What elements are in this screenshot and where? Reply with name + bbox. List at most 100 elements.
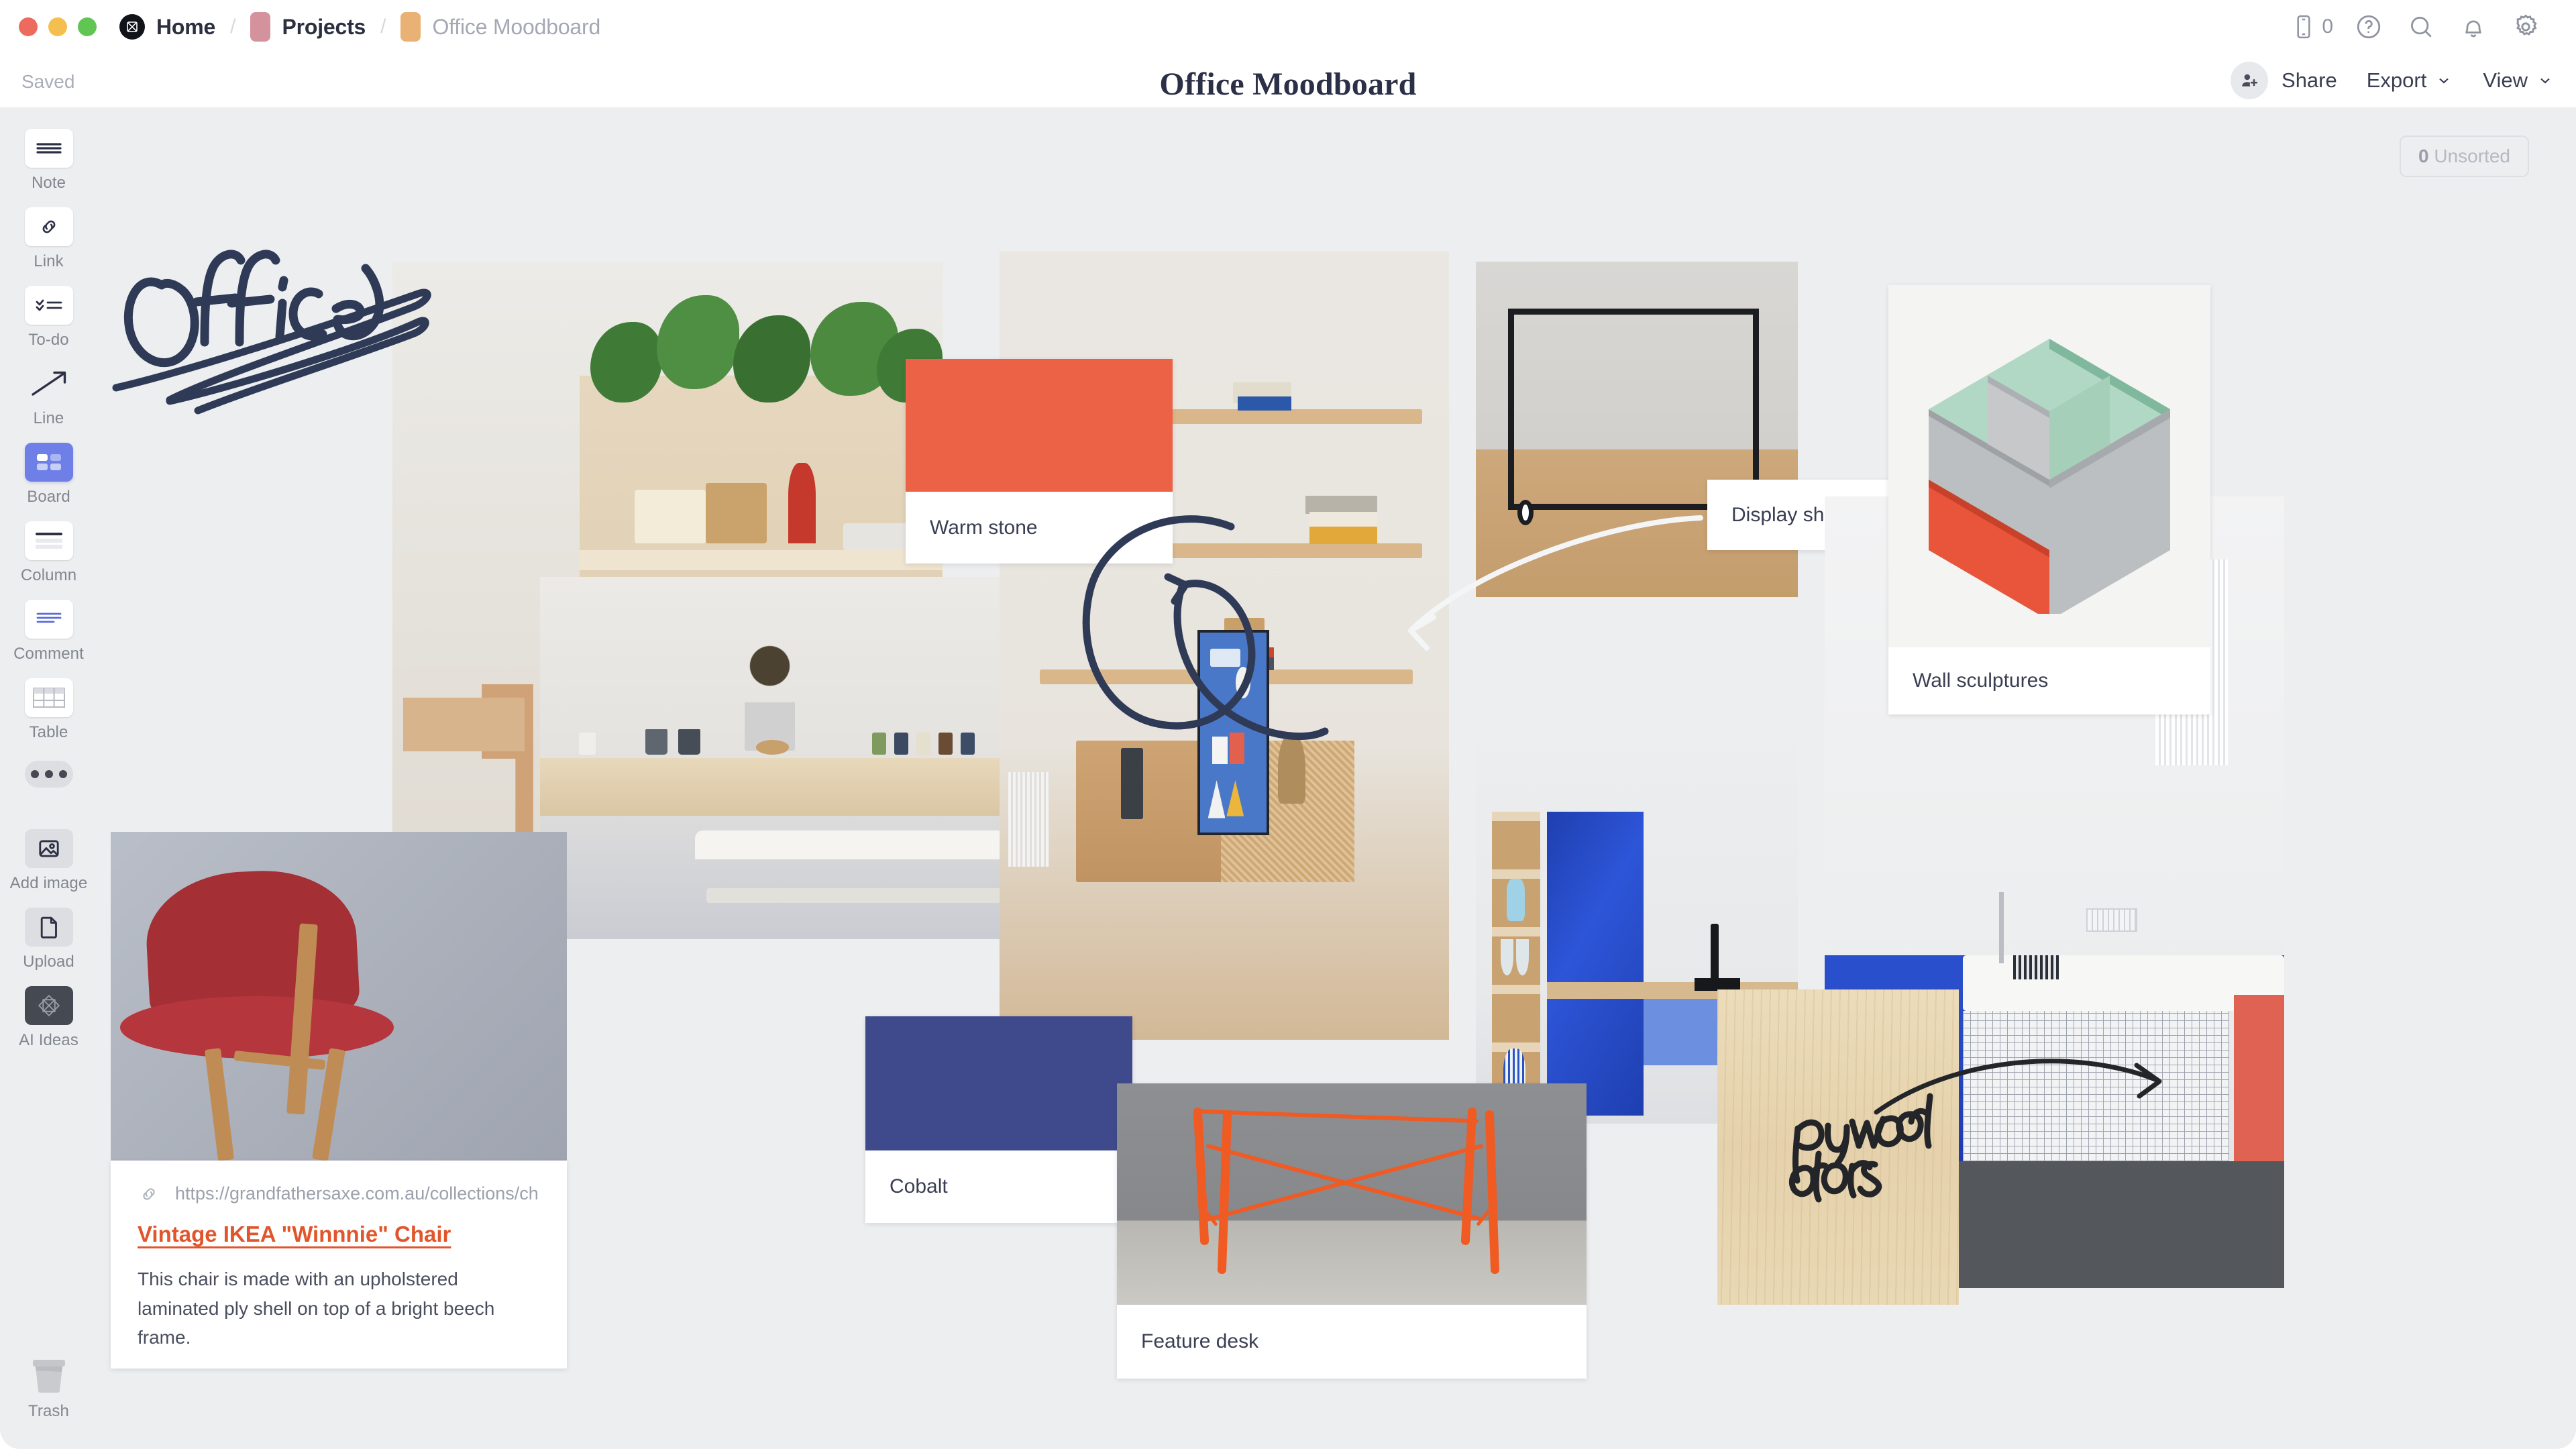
export-label: Export (2366, 68, 2427, 92)
sketch-office-underline (112, 288, 431, 415)
breadcrumb-home-label: Home (156, 14, 216, 39)
chevron-down-icon (2540, 78, 2550, 84)
zoom-button[interactable] (78, 17, 97, 36)
link-icon (24, 207, 73, 246)
line-icon (25, 364, 73, 403)
feature-desk-caption: Feature desk (1141, 1330, 1259, 1352)
sidebar-more-button[interactable] (24, 761, 73, 788)
add-person-icon (2231, 62, 2269, 99)
card-feature-desk[interactable]: Feature desk (1117, 1083, 1587, 1379)
card-warm-stone[interactable]: Warm stone (906, 359, 1173, 564)
sidebar-item-comment[interactable]: Comment (0, 600, 97, 663)
tool-sidebar: Note Link To-do Line Board Column Commen… (0, 107, 97, 1449)
cobalt-swatch (865, 1016, 1132, 1150)
sidebar-label-table: Table (29, 723, 68, 741)
app-window: Home / Projects / Office Moodboard 0 Sav… (0, 0, 2576, 1449)
wall-sculptures-caption: Wall sculptures (1913, 669, 2049, 692)
trash-icon (32, 1360, 65, 1393)
sidebar-label-board: Board (27, 488, 70, 506)
moodboard-canvas[interactable]: 0 Unsorted https://grandfathersaxe.com.a… (97, 107, 2576, 1449)
more-dot (30, 770, 39, 778)
breadcrumb-separator-2: / (380, 15, 386, 38)
sidebar-item-column[interactable]: Column (0, 521, 97, 585)
card-wall-sculptures[interactable]: Wall sculptures (1888, 285, 2210, 714)
view-label: View (2483, 68, 2528, 92)
minimize-button[interactable] (48, 17, 67, 36)
device-count: 0 (2322, 15, 2333, 38)
unsorted-badge[interactable]: 0 Unsorted (2400, 136, 2529, 177)
unsorted-label: Unsorted (2434, 146, 2510, 166)
photo-red-chair[interactable] (111, 832, 567, 1161)
top-bar-actions: 0 (2277, 0, 2552, 54)
link-card-url: https://grandfathersaxe.com.au/collectio… (175, 1183, 539, 1203)
help-icon[interactable] (2343, 1, 2395, 53)
view-menu[interactable]: View (2483, 68, 2553, 93)
sidebar-item-table[interactable]: Table (0, 678, 97, 742)
board-icon (24, 443, 73, 482)
sidebar-label-link: Link (34, 252, 64, 270)
note-icon (24, 129, 73, 168)
sub-bar: Saved Office Moodboard Share Export View (0, 54, 2576, 107)
unsorted-count: 0 (2418, 146, 2429, 166)
sidebar-item-board[interactable]: Board (0, 443, 97, 506)
link-card-url-row: https://grandfathersaxe.com.au/collectio… (138, 1183, 540, 1204)
warm-stone-swatch (906, 359, 1173, 492)
link-icon (143, 1187, 155, 1200)
window-controls[interactable] (19, 17, 97, 36)
settings-icon[interactable] (2500, 1, 2552, 53)
ai-icon (24, 986, 73, 1025)
file-icon (24, 908, 73, 947)
sidebar-item-ai-ideas[interactable]: AI Ideas (0, 986, 97, 1050)
photo-plywood-sheet[interactable] (1717, 989, 1959, 1305)
breadcrumb-item-current[interactable]: Office Moodboard (400, 12, 600, 42)
breadcrumb: Home / Projects / Office Moodboard (119, 12, 600, 42)
sidebar-item-upload[interactable]: Upload (0, 908, 97, 971)
top-bar: Home / Projects / Office Moodboard 0 (0, 0, 2576, 54)
more-dot (44, 770, 53, 778)
wall-sculptures-image (1888, 285, 2210, 647)
sidebar-item-line[interactable]: Line (0, 364, 97, 428)
sidebar-label-trash: Trash (28, 1402, 69, 1420)
breadcrumb-current-label: Office Moodboard (432, 14, 601, 39)
sidebar-label-column: Column (20, 566, 77, 584)
sidebar-item-trash[interactable]: Trash (0, 1357, 97, 1421)
column-icon (24, 521, 73, 560)
sidebar-item-link[interactable]: Link (0, 207, 97, 271)
home-icon (119, 14, 145, 40)
link-card-description: This chair is made with an upholstered l… (138, 1269, 495, 1348)
board-color-chip (400, 12, 421, 42)
chevron-down-icon (2439, 78, 2449, 84)
sidebar-label-todo: To-do (28, 331, 69, 349)
share-button[interactable]: Share (2231, 62, 2337, 99)
comment-icon (24, 600, 73, 639)
link-card-title[interactable]: Vintage IKEA "Winnnie" Chair (138, 1222, 540, 1247)
image-icon (24, 829, 73, 868)
breadcrumb-item-projects[interactable]: Projects (250, 12, 366, 42)
todo-icon (24, 286, 73, 325)
board-actions: Share Export View (2231, 54, 2553, 107)
cobalt-caption: Cobalt (890, 1175, 948, 1197)
page-title: Office Moodboard (1159, 66, 1417, 102)
link-card[interactable]: https://grandfathersaxe.com.au/collectio… (111, 1161, 567, 1368)
more-dot (58, 770, 67, 778)
export-menu[interactable]: Export (2367, 68, 2453, 93)
sidebar-label-upload: Upload (23, 953, 74, 971)
projects-color-chip (250, 12, 271, 42)
sidebar-item-add-image[interactable]: Add image (0, 829, 97, 893)
close-button[interactable] (19, 17, 38, 36)
breadcrumb-separator-1: / (230, 15, 236, 38)
breadcrumb-item-home[interactable]: Home (119, 14, 215, 40)
sidebar-item-todo[interactable]: To-do (0, 286, 97, 350)
notifications-icon[interactable] (2447, 1, 2500, 53)
table-icon (24, 678, 73, 717)
card-cobalt[interactable]: Cobalt (865, 1016, 1132, 1223)
sidebar-label-comment: Comment (13, 645, 84, 663)
sidebar-label-add-image: Add image (9, 874, 88, 892)
breadcrumb-projects-label: Projects (282, 14, 366, 39)
warm-stone-caption: Warm stone (930, 516, 1038, 539)
sidebar-item-note[interactable]: Note (0, 129, 97, 193)
hexagon-sculpture-icon (1929, 339, 2170, 614)
sidebar-label-line: Line (33, 409, 64, 427)
search-icon[interactable] (2395, 1, 2447, 53)
feature-desk-image (1117, 1083, 1587, 1305)
